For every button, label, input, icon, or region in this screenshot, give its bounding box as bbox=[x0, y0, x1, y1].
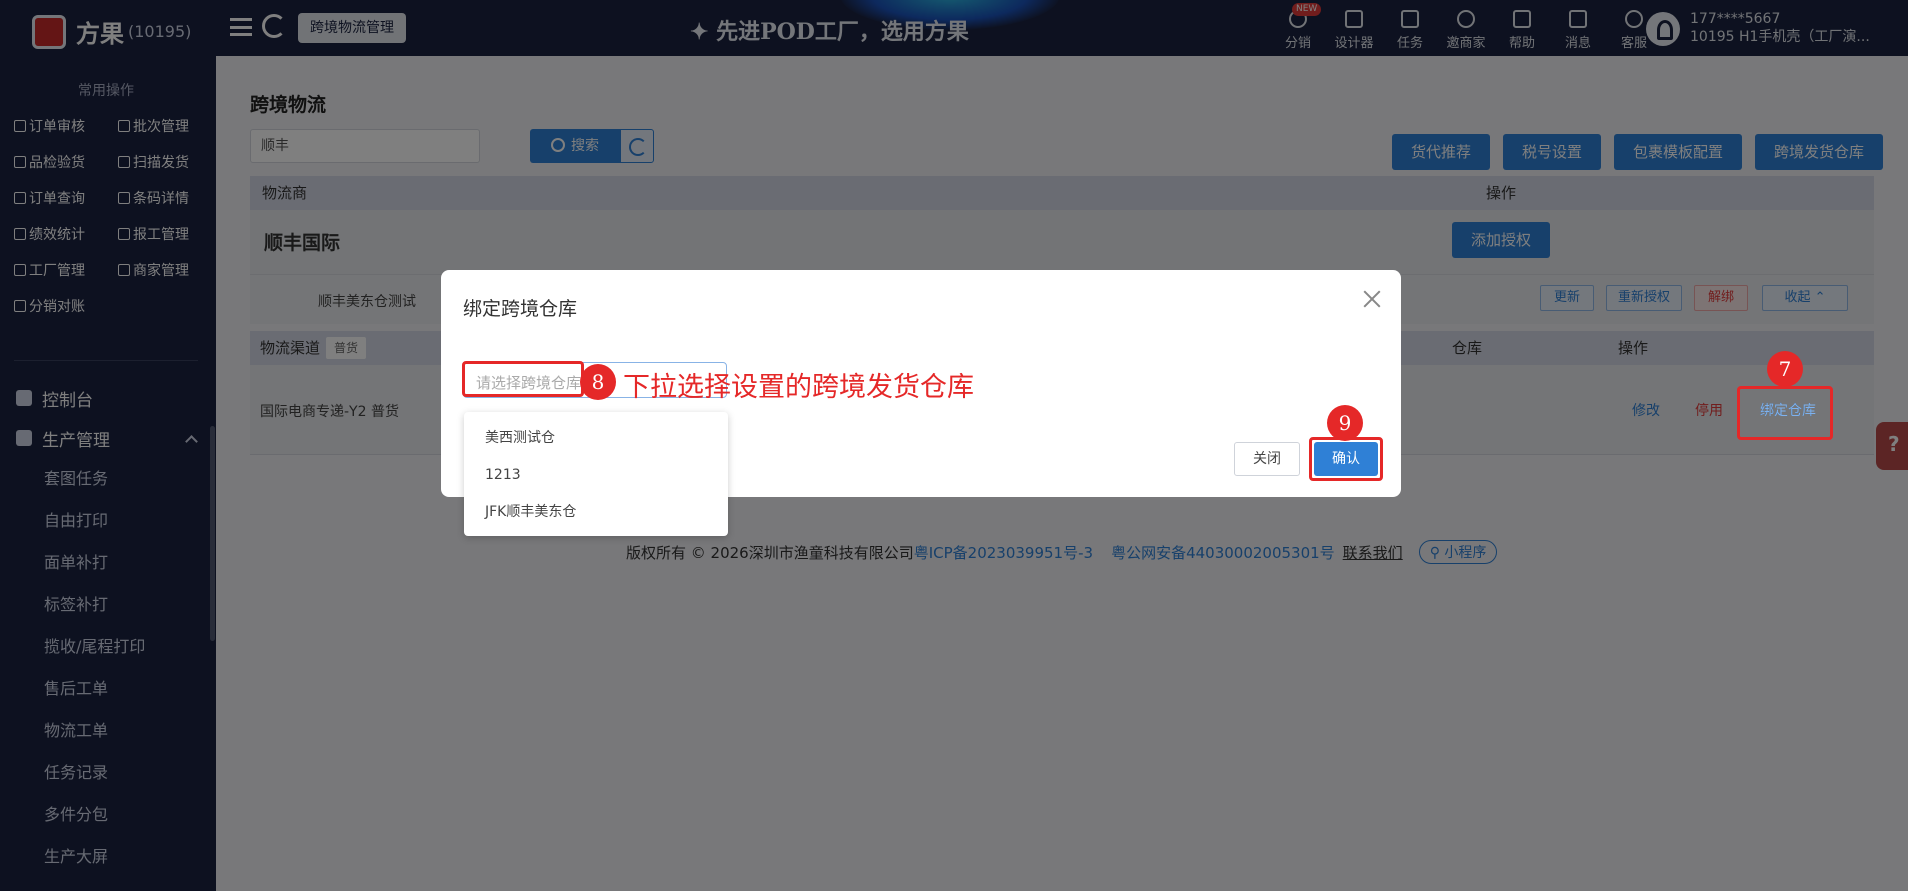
dropdown-option[interactable]: JFK顺丰美东仓 bbox=[464, 494, 728, 531]
annotation-box-step9 bbox=[1309, 437, 1383, 481]
dropdown-option[interactable]: 美西测试仓 bbox=[464, 420, 728, 457]
step-7-marker: 7 bbox=[1767, 351, 1803, 387]
warehouse-dropdown: 美西测试仓 1213 JFK顺丰美东仓 bbox=[464, 412, 728, 536]
step-8-marker: 8 bbox=[580, 364, 616, 400]
dropdown-option[interactable]: 1213 bbox=[464, 457, 728, 494]
step-9-marker: 9 bbox=[1327, 405, 1363, 441]
annotation-box-step8 bbox=[462, 361, 584, 397]
dialog-title: 绑定跨境仓库 bbox=[463, 298, 578, 320]
annotation-hint: 下拉选择设置的跨境发货仓库 bbox=[623, 372, 974, 403]
close-button[interactable]: 关闭 bbox=[1234, 442, 1300, 476]
close-icon[interactable] bbox=[1361, 288, 1383, 310]
bind-warehouse-link-highlight[interactable]: 绑定仓库 bbox=[1760, 400, 1816, 420]
